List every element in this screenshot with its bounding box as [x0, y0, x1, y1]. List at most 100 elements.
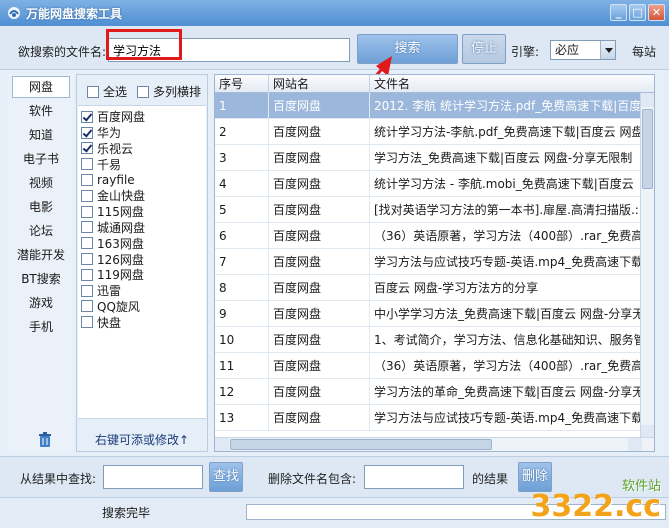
- site-checkbox[interactable]: [81, 142, 93, 155]
- delete-button[interactable]: 删除: [518, 462, 552, 492]
- table-row[interactable]: 10 百度网盘 1、考试简介，学习方法、信息化基础知识、服务管:: [215, 327, 642, 353]
- engine-select-value: 必应: [555, 43, 580, 57]
- category-bt[interactable]: BT搜索: [12, 268, 70, 290]
- delete-contains-input[interactable]: [364, 465, 464, 489]
- category-movie[interactable]: 电影: [12, 196, 70, 218]
- search-button[interactable]: 搜索: [357, 34, 458, 64]
- site-checkbox[interactable]: [81, 284, 93, 297]
- select-all-option[interactable]: 全选: [87, 83, 127, 100]
- site-option[interactable]: 119网盘: [78, 267, 206, 283]
- multi-column-option[interactable]: 多列横排: [137, 83, 201, 100]
- site-checkbox[interactable]: [81, 189, 93, 202]
- category-netdisk[interactable]: 网盘: [12, 76, 70, 98]
- site-checkbox[interactable]: [81, 174, 93, 187]
- result-filename: 中小学学习方法_免费高速下载|百度云 网盘-分享无: [374, 307, 642, 321]
- result-index: 7: [215, 249, 269, 275]
- vertical-scroll-thumb[interactable]: [642, 109, 653, 189]
- site-option[interactable]: 163网盘: [78, 235, 206, 251]
- site-checkbox[interactable]: [81, 253, 93, 266]
- site-option[interactable]: 126网盘: [78, 251, 206, 267]
- site-option[interactable]: 115网盘: [78, 204, 206, 220]
- select-all-checkbox[interactable]: [87, 85, 99, 98]
- site-checkbox[interactable]: [81, 110, 93, 123]
- site-option[interactable]: 华为: [78, 125, 206, 141]
- table-row[interactable]: 13 百度网盘 学习方法与应试技巧专题-英语.mp4_免费高速下载|百: [215, 405, 642, 431]
- site-option[interactable]: rayfile: [78, 172, 206, 188]
- column-header-filename[interactable]: 文件名: [370, 75, 654, 93]
- table-row[interactable]: 6 百度网盘 （36）英语原著，学习方法（400部）.rar_免费高速: [215, 223, 642, 249]
- category-games[interactable]: 游戏: [12, 292, 70, 314]
- window-controls: _ □ ✕: [610, 4, 665, 21]
- horizontal-scroll-thumb[interactable]: [230, 439, 492, 450]
- category-ebook[interactable]: 电子书: [12, 148, 70, 170]
- site-option[interactable]: 乐视云: [78, 141, 206, 157]
- search-label: 欲搜索的文件名:: [18, 45, 107, 59]
- table-row[interactable]: 9 百度网盘 中小学学习方法_免费高速下载|百度云 网盘-分享无: [215, 301, 642, 327]
- find-button[interactable]: 查找: [209, 462, 243, 492]
- site-option[interactable]: 快盘: [78, 314, 206, 330]
- category-software[interactable]: 软件: [12, 100, 70, 122]
- site-checkbox[interactable]: [81, 205, 93, 218]
- chevron-down-icon[interactable]: [600, 41, 615, 59]
- scroll-up-icon[interactable]: [641, 93, 654, 107]
- table-row[interactable]: 2 百度网盘 统计学习方法-李航.pdf_免费高速下载|百度云 网盘: [215, 119, 642, 145]
- site-checkbox[interactable]: [81, 316, 93, 329]
- site-checkbox[interactable]: [81, 237, 93, 250]
- result-index: 6: [215, 223, 269, 249]
- site-option[interactable]: 百度网盘: [78, 109, 206, 125]
- result-index: 5: [215, 197, 269, 223]
- site-checkbox[interactable]: [81, 221, 93, 234]
- table-row[interactable]: 11 百度网盘 （36）英语原著，学习方法（400部）.rar_免费高速: [215, 353, 642, 379]
- column-header-site[interactable]: 网站名: [269, 75, 370, 93]
- site-option[interactable]: 千易: [78, 156, 206, 172]
- category-knowledge[interactable]: 知道: [12, 124, 70, 146]
- search-input-highlight: [106, 29, 182, 60]
- close-button[interactable]: ✕: [648, 4, 665, 21]
- site-panel: 全选 多列横排 百度网盘 华为 乐视云 千易 rayfile 金山快盘 115网盘 城通网盘 1…: [76, 74, 208, 452]
- site-option[interactable]: QQ旋风: [78, 299, 206, 315]
- site-option[interactable]: 金山快盘: [78, 188, 206, 204]
- result-index: 10: [215, 327, 269, 353]
- column-header-index[interactable]: 序号: [215, 75, 269, 93]
- trash-icon[interactable]: [38, 432, 52, 448]
- maximize-button[interactable]: □: [629, 4, 646, 21]
- table-row[interactable]: 12 百度网盘 学习方法的革命_免费高速下载|百度云 网盘-分享无: [215, 379, 642, 405]
- category-video[interactable]: 视频: [12, 172, 70, 194]
- table-row[interactable]: 8 百度网盘 百度云 网盘-学习方法方的分享: [215, 275, 642, 301]
- multi-column-checkbox[interactable]: [137, 85, 149, 98]
- site-checkbox[interactable]: [81, 126, 93, 139]
- stop-button[interactable]: 停止: [462, 34, 506, 64]
- category-forum[interactable]: 论坛: [12, 220, 70, 242]
- site-hint: 右键可添或修改↑: [95, 433, 190, 447]
- find-in-results-input[interactable]: [103, 465, 203, 489]
- result-site: 百度网盘: [269, 275, 370, 301]
- engine-label: 引擎:: [511, 45, 540, 59]
- site-checkbox[interactable]: [81, 300, 93, 313]
- table-row[interactable]: 3 百度网盘 学习方法_免费高速下载|百度云 网盘-分享无限制: [215, 145, 642, 171]
- engine-select[interactable]: 必应: [550, 40, 616, 60]
- category-potential[interactable]: 潜能开发: [12, 244, 70, 266]
- status-text: 搜索完毕: [102, 506, 151, 520]
- result-index: 9: [215, 301, 269, 327]
- table-row[interactable]: 4 百度网盘 统计学习方法 - 李航.mobi_免费高速下载|百度云: [215, 171, 642, 197]
- site-checkbox[interactable]: [81, 158, 93, 171]
- category-mobile[interactable]: 手机: [12, 316, 70, 338]
- result-index: 11: [215, 353, 269, 379]
- scroll-left-icon[interactable]: [215, 438, 229, 451]
- site-option[interactable]: 迅雷: [78, 283, 206, 299]
- site-checkbox[interactable]: [81, 268, 93, 281]
- table-row[interactable]: 7 百度网盘 学习方法与应试技巧专题-英语.mp4_免费高速下载|: [215, 249, 642, 275]
- site-label: 百度网盘: [97, 110, 146, 125]
- site-label: 乐视云: [97, 142, 134, 156]
- minimize-button[interactable]: _: [610, 4, 627, 21]
- scroll-right-icon[interactable]: [628, 438, 642, 451]
- table-row[interactable]: 5 百度网盘 [找对英语学习方法的第一本书].扉屋.高清扫描版.:: [215, 197, 642, 223]
- vertical-scrollbar[interactable]: [640, 93, 654, 439]
- site-option[interactable]: 城通网盘: [78, 220, 206, 236]
- per-site-label: 每站: [632, 45, 657, 59]
- horizontal-scrollbar[interactable]: [215, 437, 654, 451]
- result-filename: 统计学习方法-李航.pdf_免费高速下载|百度云 网盘: [374, 125, 642, 139]
- result-site: 百度网盘: [269, 171, 370, 197]
- result-site: 百度网盘: [269, 353, 370, 379]
- table-row[interactable]: 1 百度网盘 2012. 李航 统计学习方法.pdf_免费高速下载|百度云: [215, 93, 642, 119]
